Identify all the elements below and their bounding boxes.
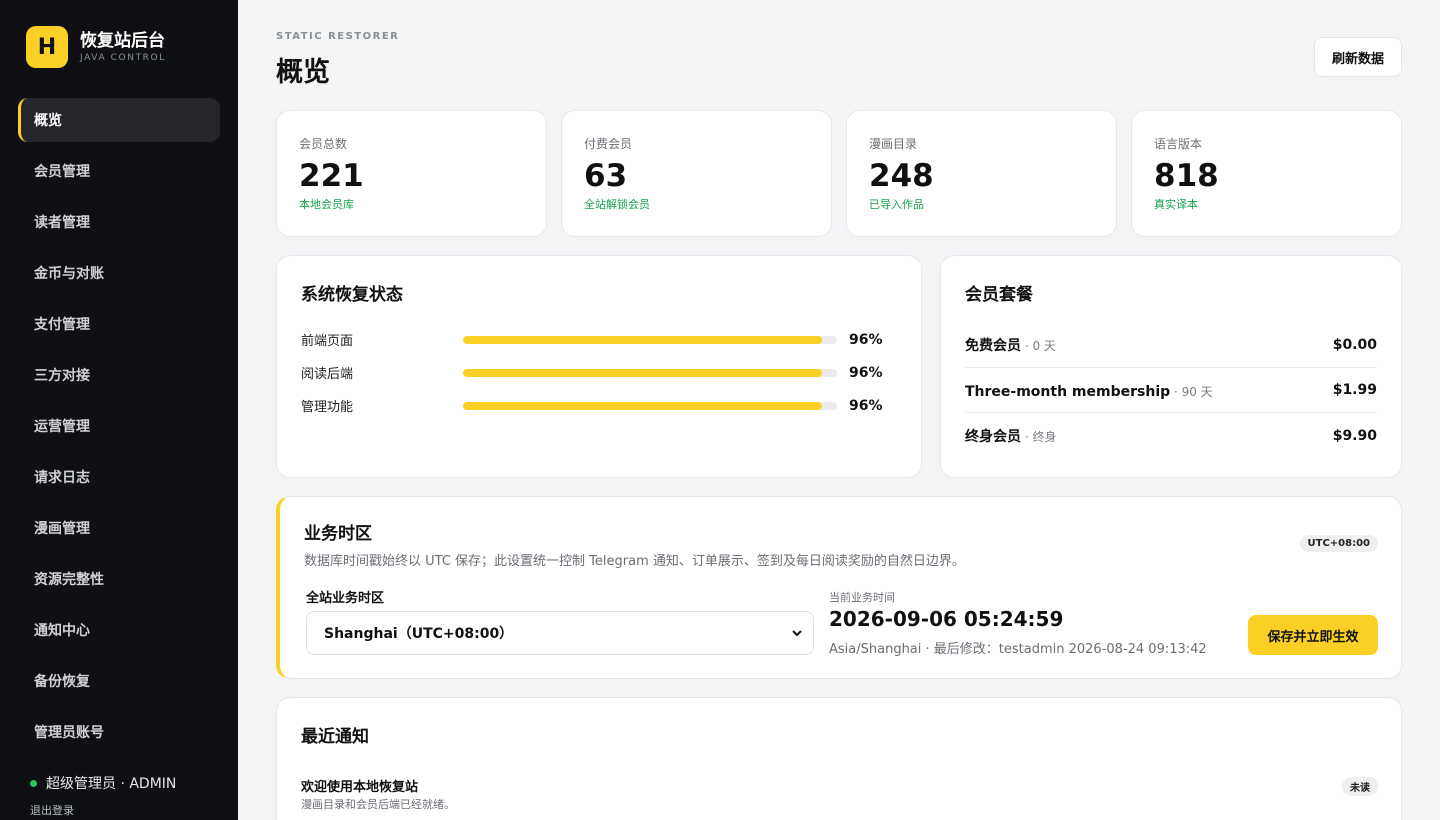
brand-subtitle: JAVA CONTROL — [80, 53, 166, 63]
progress-row-frontend: 前端页面 96% — [301, 323, 897, 356]
plan-duration: · 0 天 — [1021, 339, 1056, 353]
sidebar-nav: 概览 会员管理 读者管理 金币与对账 支付管理 三方对接 运营管理 请求日志 漫… — [18, 98, 220, 761]
recent-notices-card: 最近通知 欢迎使用本地恢复站 漫画目录和会员后端已经就绪。 未读 — [276, 697, 1402, 820]
membership-plans-title: 会员套餐 — [965, 285, 1033, 305]
progress-bar — [463, 335, 837, 344]
stat-sub: 本地会员库 — [299, 198, 354, 211]
brand-title: 恢复站后台 — [80, 31, 165, 51]
stat-sub: 已导入作品 — [869, 198, 924, 211]
brand: H 恢复站后台 JAVA CONTROL — [26, 26, 166, 68]
plan-price: $9.90 — [1332, 427, 1377, 444]
notice-body: 漫画目录和会员后端已经就绪。 — [301, 798, 455, 811]
sidebar-item-backup[interactable]: 备份恢复 — [18, 659, 220, 703]
progress-percent: 96% — [849, 364, 883, 381]
notice-title[interactable]: 欢迎使用本地恢复站 — [301, 776, 418, 795]
current-business-time: 2026-09-06 05:24:59 — [829, 607, 1064, 631]
stat-card-paid-members: 付费会员 63 全站解锁会员 — [561, 110, 832, 237]
progress-row-reader-backend: 阅读后端 96% — [301, 356, 897, 389]
sidebar-item-request-logs[interactable]: 请求日志 — [18, 455, 220, 499]
plan-row: Three-month membership · 90 天 $1.99 — [965, 368, 1377, 413]
stat-value: 818 — [1154, 158, 1219, 194]
stat-label: 漫画目录 — [869, 137, 918, 151]
plan-duration: · 终身 — [1021, 429, 1057, 444]
save-timezone-button[interactable]: 保存并立即生效 — [1248, 615, 1378, 655]
sidebar-item-integrations[interactable]: 三方对接 — [18, 353, 220, 397]
progress-fill — [463, 335, 823, 344]
restore-status-title: 系统恢复状态 — [301, 285, 403, 305]
page-title: 概览 — [276, 57, 330, 88]
sidebar-item-readers[interactable]: 读者管理 — [18, 200, 220, 244]
plan-name: 免费会员 — [965, 338, 1021, 354]
plan-duration: · 90 天 — [1170, 384, 1213, 399]
progress-percent: 96% — [849, 397, 883, 414]
stat-card-languages: 语言版本 818 真实译本 — [1131, 110, 1402, 237]
sidebar-item-operations[interactable]: 运营管理 — [18, 404, 220, 448]
sidebar-item-overview[interactable]: 概览 — [18, 98, 220, 142]
progress-row-admin-features: 管理功能 96% — [301, 389, 897, 422]
progress-label: 前端页面 — [301, 334, 354, 349]
progress-label: 阅读后端 — [301, 367, 354, 382]
progress-bar — [463, 401, 837, 410]
notice-unread-badge: 未读 — [1342, 777, 1378, 796]
timezone-title: 业务时区 — [304, 524, 372, 544]
sidebar-item-members[interactable]: 会员管理 — [18, 149, 220, 193]
membership-plans-card: 会员套餐 免费会员 · 0 天 $0.00 Three-month member… — [940, 255, 1402, 478]
stat-card-comics: 漫画目录 248 已导入作品 — [846, 110, 1117, 237]
timezone-selected-value: Shanghai（UTC+08:00） — [324, 626, 514, 642]
sidebar-item-integrity[interactable]: 资源完整性 — [18, 557, 220, 601]
stat-value: 221 — [299, 158, 364, 194]
sidebar: H 恢复站后台 JAVA CONTROL 概览 会员管理 读者管理 金币与对账 … — [0, 0, 238, 820]
sidebar-item-payments[interactable]: 支付管理 — [18, 302, 220, 346]
plan-price: $0.00 — [1332, 337, 1377, 353]
sidebar-item-admins[interactable]: 管理员账号 — [18, 710, 220, 754]
sidebar-item-coins[interactable]: 金币与对账 — [18, 251, 220, 295]
current-user: 超级管理员 · ADMIN — [30, 773, 176, 793]
timezone-badge: UTC+08:00 — [1299, 535, 1378, 552]
brand-logo: H — [26, 26, 68, 68]
progress-fill — [463, 368, 823, 377]
plan-row: 免费会员 · 0 天 $0.00 — [965, 323, 1377, 368]
timezone-select[interactable]: Shanghai（UTC+08:00） — [306, 611, 814, 655]
stat-value: 248 — [869, 158, 934, 194]
refresh-button[interactable]: 刷新数据 — [1314, 37, 1402, 77]
timezone-field-label: 全站业务时区 — [306, 591, 385, 606]
progress-percent: 96% — [849, 331, 883, 348]
stat-value: 63 — [584, 158, 628, 194]
logout-link[interactable]: 退出登录 — [30, 802, 74, 818]
online-status-icon — [30, 779, 37, 787]
restore-status-card: 系统恢复状态 前端页面 96% 阅读后端 96% 管理功能 96% — [276, 255, 922, 478]
timezone-meta: Asia/Shanghai · 最后修改：testadmin 2026-08-2… — [829, 642, 1207, 657]
sidebar-item-comics[interactable]: 漫画管理 — [18, 506, 220, 550]
recent-notices-title: 最近通知 — [301, 727, 369, 747]
plan-name: Three-month membership — [965, 383, 1171, 400]
progress-label: 管理功能 — [301, 400, 354, 415]
progress-fill — [463, 401, 823, 410]
current-time-label: 当前业务时间 — [829, 591, 895, 604]
page-eyebrow: STATIC RESTORER — [276, 31, 400, 42]
stat-label: 会员总数 — [299, 137, 348, 151]
plan-name: 终身会员 — [965, 428, 1021, 445]
timezone-description: 数据库时间戳始终以 UTC 保存；此设置统一控制 Telegram 通知、订单展… — [304, 554, 965, 569]
stat-card-members: 会员总数 221 本地会员库 — [276, 110, 547, 237]
progress-bar — [463, 368, 837, 377]
chevron-down-icon — [792, 630, 802, 637]
stat-sub: 真实译本 — [1154, 198, 1198, 211]
current-user-label: 超级管理员 · ADMIN — [46, 776, 177, 792]
stat-label: 付费会员 — [584, 137, 633, 151]
stat-label: 语言版本 — [1154, 137, 1203, 151]
plan-price: $1.99 — [1332, 382, 1377, 398]
business-timezone-card: 业务时区 数据库时间戳始终以 UTC 保存；此设置统一控制 Telegram 通… — [276, 496, 1402, 679]
plan-row: 终身会员 · 终身 $9.90 — [965, 413, 1377, 458]
stat-sub: 全站解锁会员 — [584, 198, 650, 211]
sidebar-item-notifications[interactable]: 通知中心 — [18, 608, 220, 652]
